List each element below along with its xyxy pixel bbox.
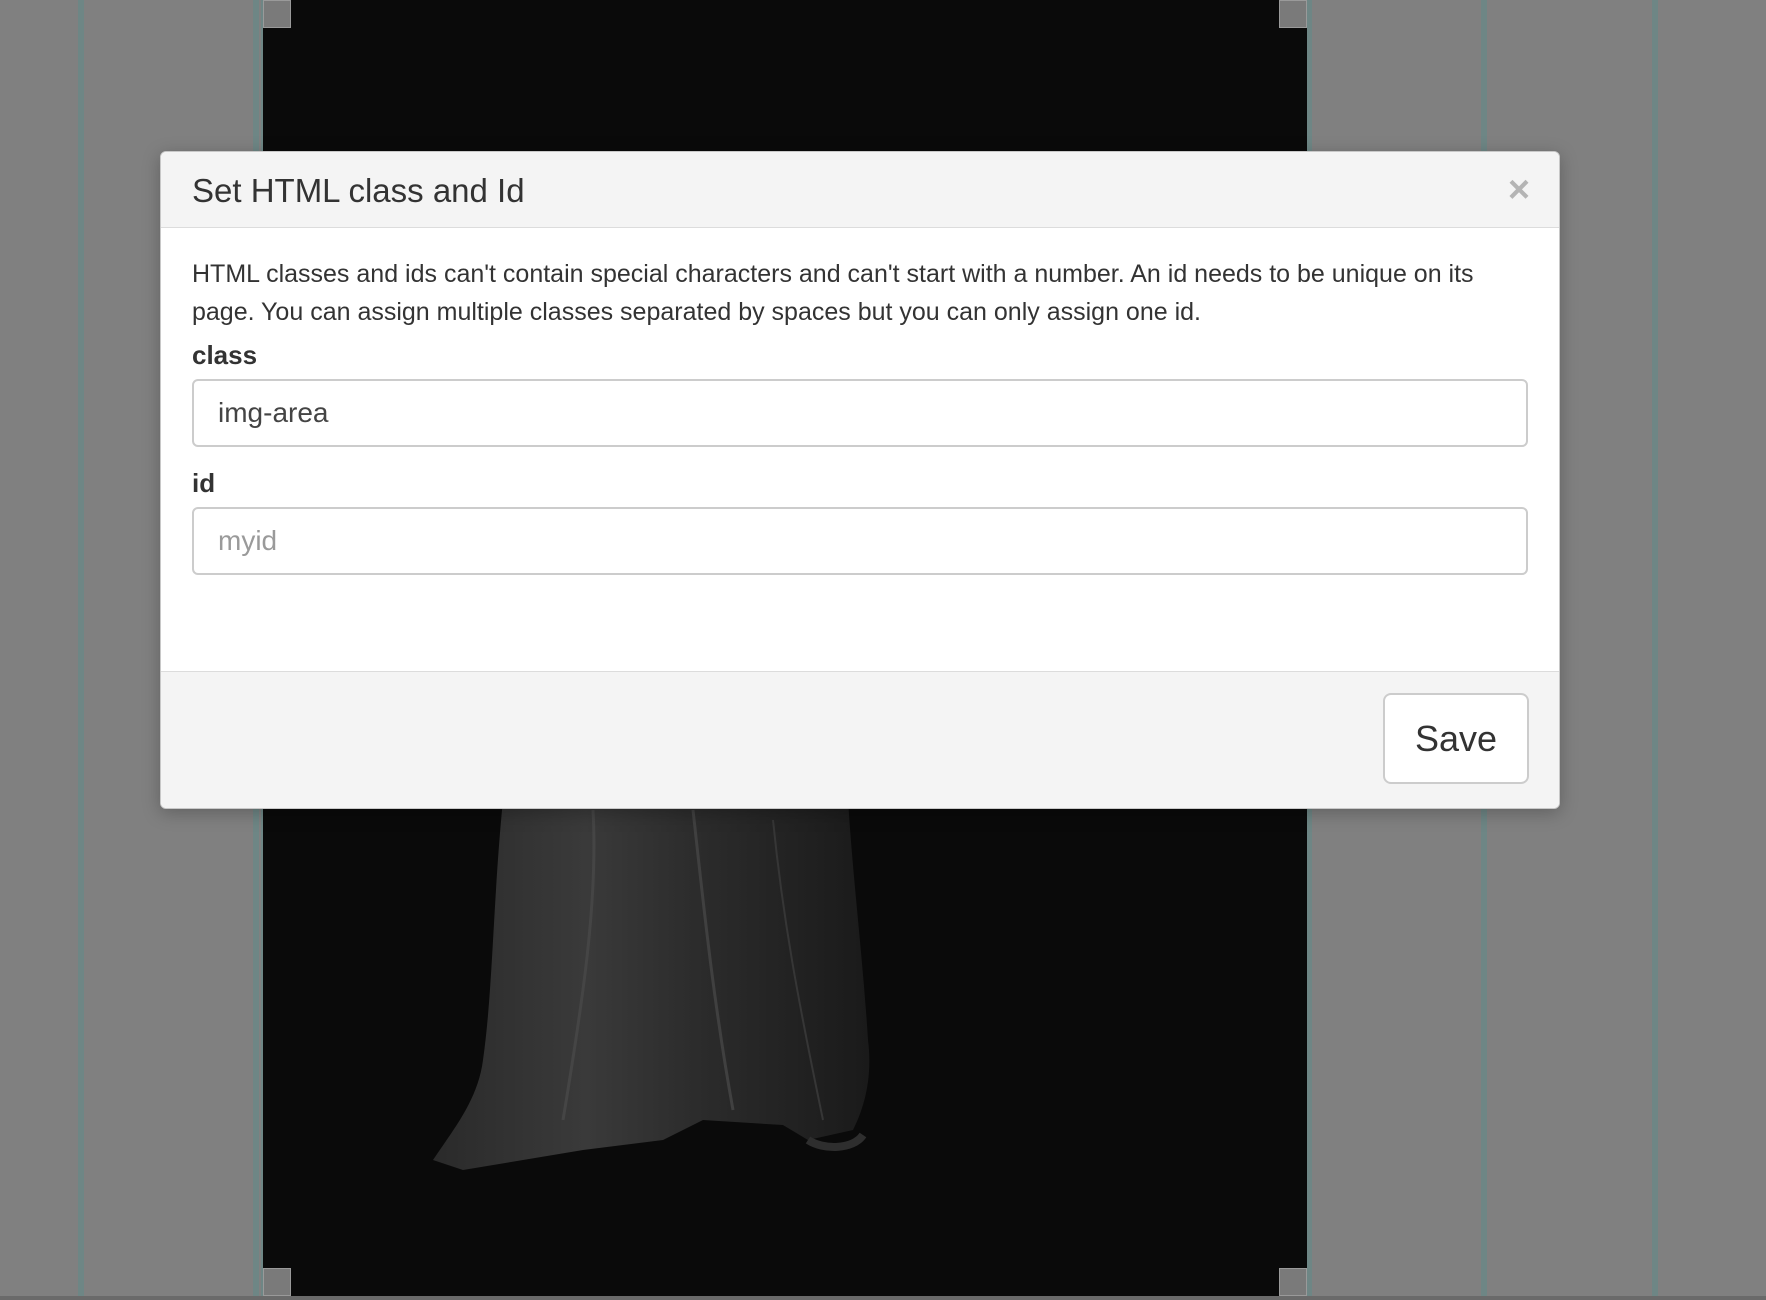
resize-handle-top-right[interactable]	[1279, 0, 1307, 28]
dialog-header: Set HTML class and Id ×	[161, 152, 1559, 228]
class-id-dialog: Set HTML class and Id × HTML classes and…	[160, 151, 1560, 809]
canvas-bottom-edge	[0, 1296, 1766, 1300]
class-input[interactable]	[192, 379, 1528, 447]
close-icon: ×	[1507, 169, 1531, 211]
id-input[interactable]	[192, 507, 1528, 575]
layout-guide-line	[1652, 0, 1658, 1300]
dialog-title: Set HTML class and Id	[192, 172, 525, 209]
resize-handle-top-left[interactable]	[263, 0, 291, 28]
save-button[interactable]: Save	[1383, 693, 1529, 784]
dialog-body: HTML classes and ids can't contain speci…	[161, 228, 1559, 671]
close-button[interactable]: ×	[1499, 168, 1539, 212]
resize-handle-bottom-right[interactable]	[1279, 1268, 1307, 1296]
layout-guide-line	[78, 0, 84, 1300]
dialog-footer: Save	[161, 671, 1559, 808]
resize-handle-bottom-left[interactable]	[263, 1268, 291, 1296]
id-field-label: id	[192, 468, 216, 498]
dialog-description: HTML classes and ids can't contain speci…	[192, 260, 1474, 326]
editor-canvas: Set HTML class and Id × HTML classes and…	[0, 0, 1766, 1300]
class-field-label: class	[192, 340, 258, 370]
